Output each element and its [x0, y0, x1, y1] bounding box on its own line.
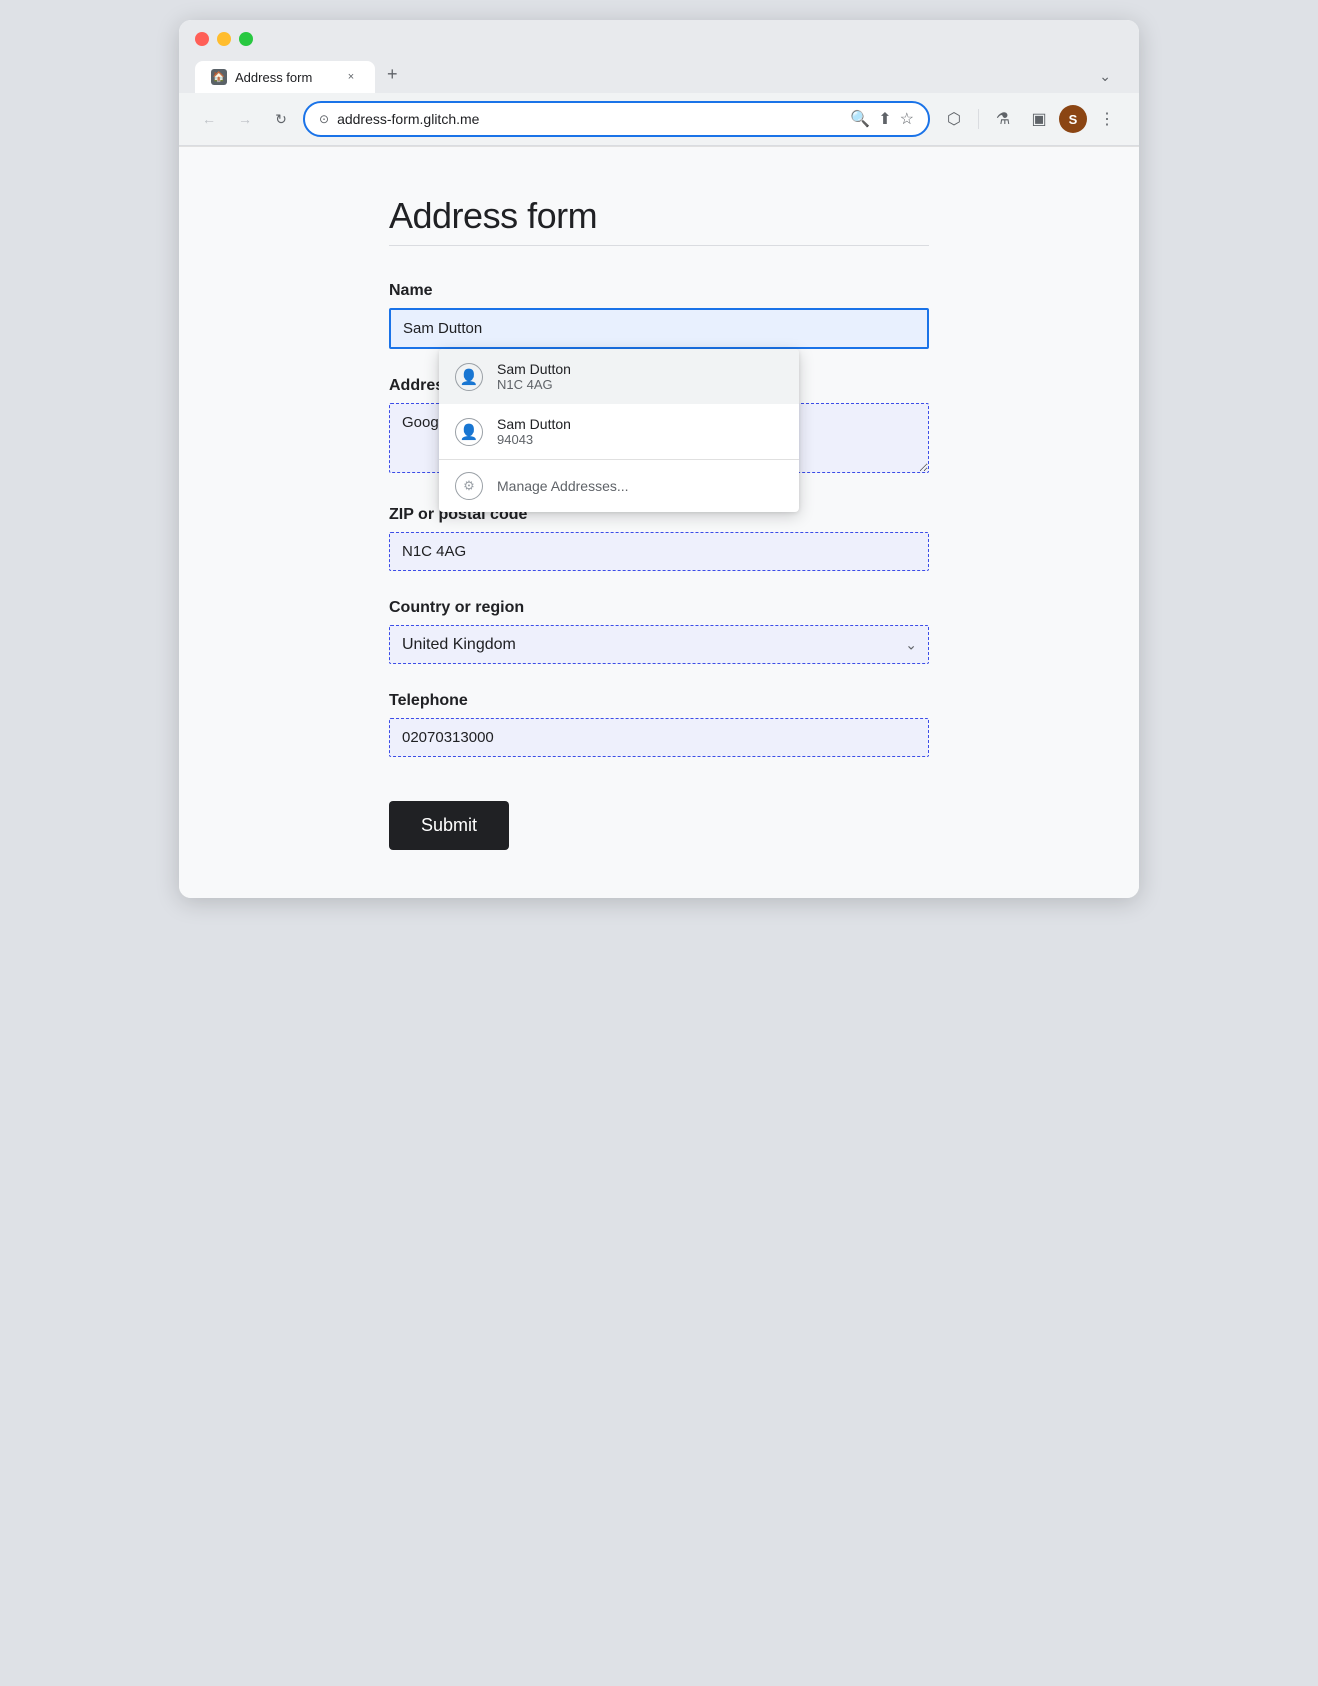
traffic-light-minimize[interactable] — [217, 32, 231, 46]
name-label: Name — [389, 282, 929, 300]
autocomplete-item-1[interactable]: 👤 Sam Dutton N1C 4AG — [439, 349, 799, 404]
toolbar-icons: ⬡ ⚗ ▣ S ⋮ — [938, 103, 1123, 135]
tab-title-text: Address form — [235, 70, 335, 85]
name-input[interactable] — [389, 308, 929, 349]
autocomplete-item-text-2: Sam Dutton 94043 — [497, 416, 571, 447]
address-star-icon[interactable]: ☆ — [900, 109, 914, 129]
submit-button[interactable]: Submit — [389, 801, 509, 850]
name-field-wrapper: 👤 Sam Dutton N1C 4AG 👤 Sam Dutton 94043 — [389, 308, 929, 349]
tab-favicon: 🏠 — [211, 69, 227, 85]
autocomplete-dropdown: 👤 Sam Dutton N1C 4AG 👤 Sam Dutton 94043 — [439, 349, 799, 512]
browser-titlebar: 🏠 Address form × + ⌄ — [179, 20, 1139, 93]
browser-window: 🏠 Address form × + ⌄ ← → ↻ ⊙ address-for… — [179, 20, 1139, 898]
traffic-light-maximize[interactable] — [239, 32, 253, 46]
country-select[interactable]: United Kingdom United States Canada Aust… — [389, 625, 929, 664]
autocomplete-person-icon-2: 👤 — [455, 418, 483, 446]
tab-close-button[interactable]: × — [343, 69, 359, 85]
autocomplete-person-icon-1: 👤 — [455, 363, 483, 391]
telephone-input[interactable] — [389, 718, 929, 757]
labs-button[interactable]: ⚗ — [987, 103, 1019, 135]
extensions-button[interactable]: ⬡ — [938, 103, 970, 135]
form-container: Address form Name 👤 Sam Dutton N1C 4AG — [389, 195, 929, 850]
autocomplete-name-2: Sam Dutton — [497, 416, 571, 432]
autocomplete-manage-item[interactable]: ⚙ Manage Addresses... — [439, 460, 799, 512]
tab-bar: 🏠 Address form × + ⌄ — [195, 56, 1123, 93]
page-content: Address form Name 👤 Sam Dutton N1C 4AG — [179, 146, 1139, 898]
autocomplete-item-2[interactable]: 👤 Sam Dutton 94043 — [439, 404, 799, 459]
toolbar-divider — [978, 109, 979, 129]
traffic-light-close[interactable] — [195, 32, 209, 46]
zip-input[interactable] — [389, 532, 929, 571]
new-tab-button[interactable]: + — [375, 56, 410, 93]
title-divider — [389, 245, 929, 246]
telephone-label: Telephone — [389, 692, 929, 710]
forward-button[interactable]: → — [231, 105, 259, 133]
page-title: Address form — [389, 195, 929, 237]
menu-button[interactable]: ⋮ — [1091, 103, 1123, 135]
address-url-text: address-form.glitch.me — [337, 111, 842, 127]
zip-field: ZIP or postal code — [389, 506, 929, 571]
autocomplete-item-text-1: Sam Dutton N1C 4AG — [497, 361, 571, 392]
telephone-field: Telephone — [389, 692, 929, 757]
traffic-lights — [195, 32, 1123, 46]
tab-list-button[interactable]: ⌄ — [1087, 60, 1123, 93]
profile-avatar[interactable]: S — [1059, 105, 1087, 133]
back-button[interactable]: ← — [195, 105, 223, 133]
autocomplete-detail-1: N1C 4AG — [497, 377, 571, 392]
address-share-icon[interactable]: ⬆ — [878, 109, 891, 129]
name-field: Name 👤 Sam Dutton N1C 4AG 👤 — [389, 282, 929, 349]
address-search-icon[interactable]: 🔍 — [850, 109, 870, 129]
autocomplete-name-1: Sam Dutton — [497, 361, 571, 377]
manage-addresses-icon: ⚙ — [455, 472, 483, 500]
country-label: Country or region — [389, 599, 929, 617]
reload-button[interactable]: ↻ — [267, 105, 295, 133]
active-tab[interactable]: 🏠 Address form × — [195, 61, 375, 93]
country-select-wrapper: United Kingdom United States Canada Aust… — [389, 625, 929, 664]
browser-toolbar: ← → ↻ ⊙ address-form.glitch.me 🔍 ⬆ ☆ ⬡ ⚗… — [179, 93, 1139, 146]
split-screen-button[interactable]: ▣ — [1023, 103, 1055, 135]
address-security-icon: ⊙ — [319, 112, 329, 126]
country-field: Country or region United Kingdom United … — [389, 599, 929, 664]
manage-addresses-label: Manage Addresses... — [497, 478, 629, 494]
autocomplete-detail-2: 94043 — [497, 432, 571, 447]
address-bar[interactable]: ⊙ address-form.glitch.me 🔍 ⬆ ☆ — [303, 101, 930, 137]
